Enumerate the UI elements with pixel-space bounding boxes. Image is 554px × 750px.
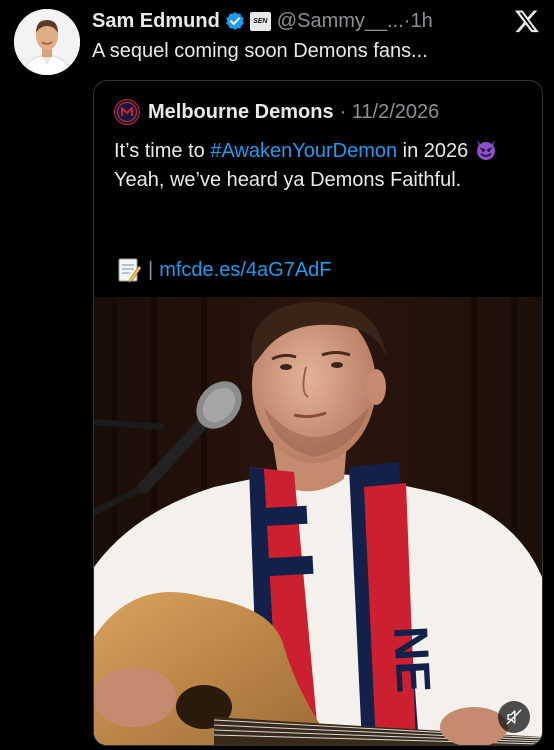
tweet-header: Sam Edmund SEN @Sammy__...·1h [92,6,494,36]
quoted-date[interactable]: · 11/2/2026 [340,101,440,124]
x-logo-icon[interactable] [514,8,540,34]
svg-text:NE: NE [383,625,439,694]
affiliation-badge-label: SEN [253,17,268,25]
quoted-text-end: Yeah, we’ve heard ya Demons Faithful. [114,169,462,191]
quoted-tweet-text: It’s time to #AwakenYourDemon in 2026 Ye… [114,137,524,195]
quoted-author-name[interactable]: Melbourne Demons [148,101,334,124]
affiliation-badge[interactable]: SEN [249,11,271,31]
quoted-text-middle: in 2026 [397,140,474,162]
quoted-text-start: It’s time to [114,140,211,162]
handle-and-time[interactable]: @Sammy__...·1h [277,10,433,33]
smiling-devil-icon [474,137,498,161]
tweet-text: A sequel coming soon Demons fans... [92,40,428,62]
author-name[interactable]: Sam Edmund [92,10,220,33]
hashtag-link[interactable]: #AwakenYourDemon [210,140,397,162]
memo-icon [116,257,142,283]
link-separator: | [148,258,154,281]
video-player[interactable]: NE [94,297,542,745]
video-frame: NE [94,297,542,745]
muted-speaker-icon [506,709,522,725]
quoted-link-row: | mfcde.es/4aG7AdF [116,257,332,283]
mute-toggle-button[interactable] [498,701,530,733]
quoted-tweet[interactable]: Melbourne Demons · 11/2/2026 It’s time t… [93,80,543,746]
avatar[interactable] [14,9,80,75]
quoted-tweet-header: Melbourne Demons · 11/2/2026 [114,99,439,125]
verified-badge-icon [225,11,245,31]
external-link[interactable]: mfcde.es/4aG7AdF [159,259,331,282]
melbourne-demons-logo-icon[interactable] [114,99,140,125]
